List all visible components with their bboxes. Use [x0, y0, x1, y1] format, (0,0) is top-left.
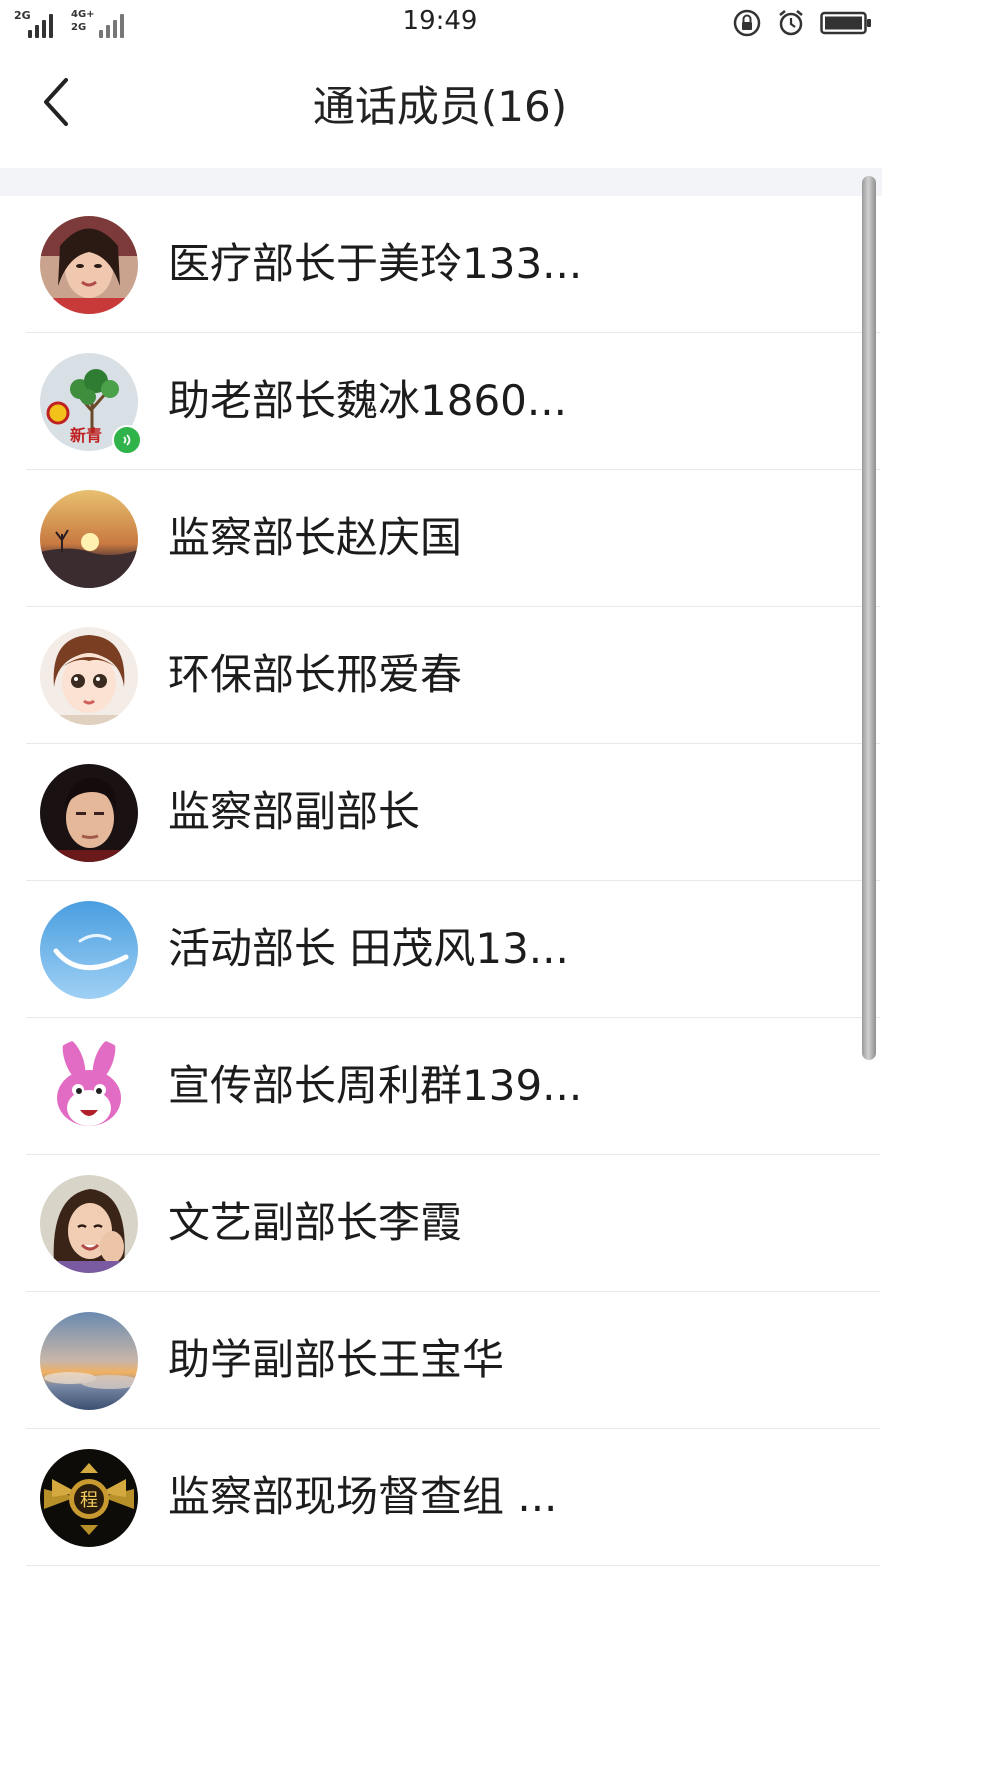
member-item[interactable]: 新青 助老部长魏冰1860... — [0, 333, 880, 470]
member-item[interactable]: 助学副部长王宝华 — [0, 1292, 880, 1429]
member-item[interactable]: 宣传部长周利群139... — [0, 1018, 880, 1155]
avatar — [40, 1312, 138, 1410]
avatar — [40, 1175, 138, 1273]
member-name: 环保部长邢爱春 — [168, 650, 463, 699]
member-name: 监察部副部长 — [168, 787, 421, 836]
member-item[interactable]: 监察部长赵庆国 — [0, 470, 880, 607]
avatar-text: 程 — [80, 1490, 98, 1511]
avatar — [40, 1038, 138, 1136]
divider — [26, 1565, 880, 1566]
battery-icon — [820, 10, 872, 36]
alarm-icon — [776, 8, 806, 38]
avatar — [40, 490, 138, 588]
avatar — [40, 901, 138, 999]
member-name: 监察部现场督查组 ... — [168, 1472, 558, 1521]
member-name: 医疗部长于美玲133... — [168, 239, 583, 288]
member-name: 监察部长赵庆国 — [168, 513, 463, 562]
rotation-lock-icon — [732, 8, 762, 38]
status-icons — [732, 8, 872, 38]
avatar-text: 新青 — [70, 426, 102, 445]
avatar — [40, 764, 138, 862]
member-name: 助学副部长王宝华 — [168, 1335, 505, 1384]
status-bar: 2G 4G+ 2G 19:49 — [0, 0, 1000, 50]
member-item[interactable]: 活动部长 田茂风13... — [0, 881, 880, 1018]
avatar — [40, 216, 138, 314]
member-item[interactable]: 医疗部长于美玲133... — [0, 196, 880, 333]
member-item[interactable]: 文艺副部长李霞 — [0, 1155, 880, 1292]
header: 通话成员(16) — [0, 50, 1000, 168]
member-list[interactable]: 医疗部长于美玲133... 新青 助老部长魏冰1860... 监察部长赵庆国 环… — [0, 196, 880, 1566]
avatar — [40, 627, 138, 725]
voice-speaking-icon — [112, 425, 142, 455]
scrollbar-thumb[interactable] — [862, 176, 876, 1060]
member-item[interactable]: 程 监察部现场督查组 ... — [0, 1429, 880, 1566]
member-name: 宣传部长周利群139... — [168, 1061, 583, 1110]
member-name: 助老部长魏冰1860... — [168, 376, 567, 425]
member-name: 文艺副部长李霞 — [168, 1198, 463, 1247]
section-separator — [0, 168, 882, 196]
member-item[interactable]: 监察部副部长 — [0, 744, 880, 881]
page-title: 通话成员(16) — [312, 82, 568, 131]
avatar: 程 — [40, 1449, 138, 1547]
member-item[interactable]: 环保部长邢爱春 — [0, 607, 880, 744]
member-name: 活动部长 田茂风13... — [168, 924, 569, 973]
